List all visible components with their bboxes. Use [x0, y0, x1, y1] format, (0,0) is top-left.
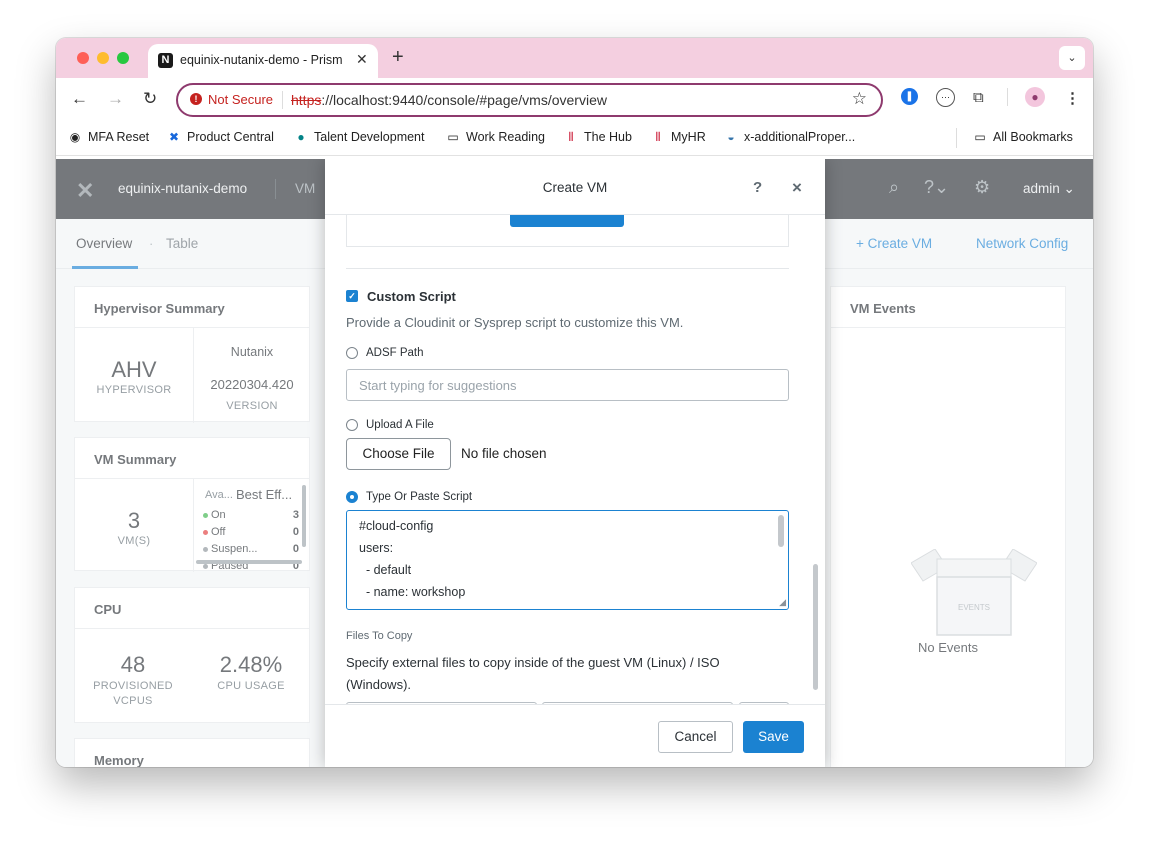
resize-handle-icon[interactable]: ◢ [779, 597, 786, 608]
script-line: #cloud-config [359, 519, 434, 533]
browser-menu-icon[interactable]: ⋮ [1065, 89, 1080, 107]
password-manager-icon[interactable]: ❚ [901, 88, 918, 105]
close-icon[interactable]: × [792, 178, 802, 198]
url-rest: ://localhost:9440/console/#page/vms/over… [321, 92, 607, 108]
script-line: - default [359, 563, 412, 577]
bookmark-myhr[interactable]: ⦀ MyHR [651, 130, 706, 145]
bookmark-product-central[interactable]: ✖ Product Central [167, 130, 274, 144]
address-divider [282, 91, 283, 109]
tab-strip: N equinix-nutanix-demo - Prism ✕ + ⌄ [56, 38, 1093, 78]
adsf-path-label: ADSF Path [366, 347, 424, 359]
custom-script-description: Provide a Cloudinit or Sysprep script to… [346, 315, 684, 330]
save-button[interactable]: Save [743, 721, 804, 753]
extensions-puzzle-icon[interactable]: ⧉ [973, 89, 984, 106]
paste-script-radio[interactable] [346, 491, 358, 503]
script-line: users: [359, 541, 394, 555]
url-text[interactable]: https://localhost:9440/console/#page/vms… [291, 92, 607, 108]
bookmarks-divider [956, 128, 957, 148]
custom-script-checkbox[interactable]: ✓ [346, 290, 358, 302]
dialog-header: Create VM ? × [325, 159, 825, 215]
bookmark-label: Product Central [187, 130, 274, 144]
section-divider [346, 268, 789, 269]
dialog-body: ✓ Custom Script Provide a Cloudinit or S… [325, 215, 817, 704]
new-tab-icon[interactable]: + [392, 46, 404, 69]
files-to-copy-description: Specify external files to copy inside of… [346, 655, 720, 670]
tab-close-icon[interactable]: ✕ [356, 51, 368, 68]
bookmark-label: Work Reading [466, 130, 545, 144]
bookmark-label: MyHR [671, 130, 706, 144]
python-icon: ◒ [727, 130, 735, 144]
forward-icon[interactable]: → [107, 89, 124, 109]
choose-file-button[interactable]: Choose File [346, 438, 451, 470]
back-icon[interactable]: ← [71, 89, 88, 109]
extension-icon[interactable]: ⋯ [936, 88, 955, 107]
bookmark-talent-development[interactable]: ● Talent Development [294, 130, 424, 144]
bookmark-label: x-additionalProper... [744, 130, 856, 144]
script-line: - name: workshop [359, 585, 466, 599]
create-vm-dialog: Create VM ? × ✓ Custom Script Provide a … [325, 159, 825, 767]
browser-tab[interactable]: N equinix-nutanix-demo - Prism ✕ [148, 44, 378, 78]
bookmark-label: Talent Development [314, 130, 425, 144]
bookmark-star-icon[interactable]: ☆ [852, 89, 867, 109]
custom-script-label: Custom Script [367, 289, 456, 304]
globe-icon: ◉ [69, 130, 81, 144]
url-scheme: https [291, 92, 322, 108]
not-secure-icon: ! [190, 93, 202, 105]
bookmarks-bar: ◉ MFA Reset ✖ Product Central ● Talent Deve… [56, 122, 1093, 156]
address-bar[interactable]: ! Not Secure https://localhost:9440/cons… [176, 83, 883, 117]
close-window-button[interactable] [77, 52, 89, 64]
nutanix-favicon-icon: N [158, 53, 173, 68]
toolbar-divider [1007, 88, 1008, 106]
security-label[interactable]: Not Secure [208, 92, 273, 107]
tab-title: equinix-nutanix-demo - Prism [180, 53, 343, 67]
dialog-footer: Cancel Save [325, 704, 825, 767]
bookmark-label: MFA Reset [88, 130, 150, 144]
adsf-path-input[interactable]: Start typing for suggestions [346, 369, 789, 401]
bookmark-work-reading[interactable]: ▭ Work Reading [446, 130, 545, 144]
browser-window: N equinix-nutanix-demo - Prism ✕ + ⌄ ← →… [56, 38, 1093, 767]
adsf-path-placeholder: Start typing for suggestions [359, 378, 517, 393]
bookmark-x-additional[interactable]: ◒ x-additionalProper... [724, 130, 855, 144]
upload-file-radio[interactable] [346, 419, 358, 431]
bookmark-mfa-reset[interactable]: ◉ MFA Reset [68, 130, 149, 144]
files-to-copy-description-cont: (Windows). [346, 677, 412, 692]
maximize-window-button[interactable] [117, 52, 129, 64]
script-textarea[interactable]: #cloud-config users: - default - name: w… [346, 510, 789, 610]
bookmark-all-bookmarks[interactable]: ▭ All Bookmarks [973, 130, 1073, 144]
bookmark-the-hub[interactable]: ⦀ The Hub [564, 130, 632, 145]
dialog-scrollbar[interactable] [813, 564, 818, 690]
tab-search-icon[interactable]: ⌄ [1059, 46, 1085, 70]
reload-icon[interactable]: ↻ [143, 89, 157, 109]
adsf-path-radio[interactable] [346, 347, 358, 359]
confluence-icon: ✖ [168, 130, 180, 144]
no-file-label: No file chosen [461, 446, 547, 461]
minimize-window-button[interactable] [97, 52, 109, 64]
sharepoint-icon: ● [297, 130, 305, 144]
prism-app: ✕ equinix-nutanix-demo VM ⌕ ?⌄ ⚙ admin ⌄… [56, 159, 1093, 767]
hub-icon: ⦀ [568, 130, 574, 144]
upload-file-label: Upload A File [366, 419, 434, 431]
folder-icon: ▭ [447, 130, 459, 144]
dialog-title: Create VM [542, 180, 608, 195]
folder-icon: ▭ [974, 130, 986, 144]
bookmark-label: All Bookmarks [993, 130, 1073, 144]
profile-avatar-icon[interactable]: ● [1025, 87, 1045, 107]
textarea-scrollbar[interactable] [778, 515, 784, 547]
paste-script-label: Type Or Paste Script [366, 491, 473, 503]
browser-toolbar: ← → ↻ ! Not Secure https://localhost:944… [56, 78, 1093, 122]
myhr-icon: ⦀ [655, 130, 661, 144]
previous-section-button[interactable] [510, 215, 624, 227]
cancel-button[interactable]: Cancel [658, 721, 733, 753]
help-icon[interactable]: ? [753, 179, 762, 196]
files-to-copy-label: Files To Copy [346, 630, 413, 642]
bookmark-label: The Hub [584, 130, 632, 144]
